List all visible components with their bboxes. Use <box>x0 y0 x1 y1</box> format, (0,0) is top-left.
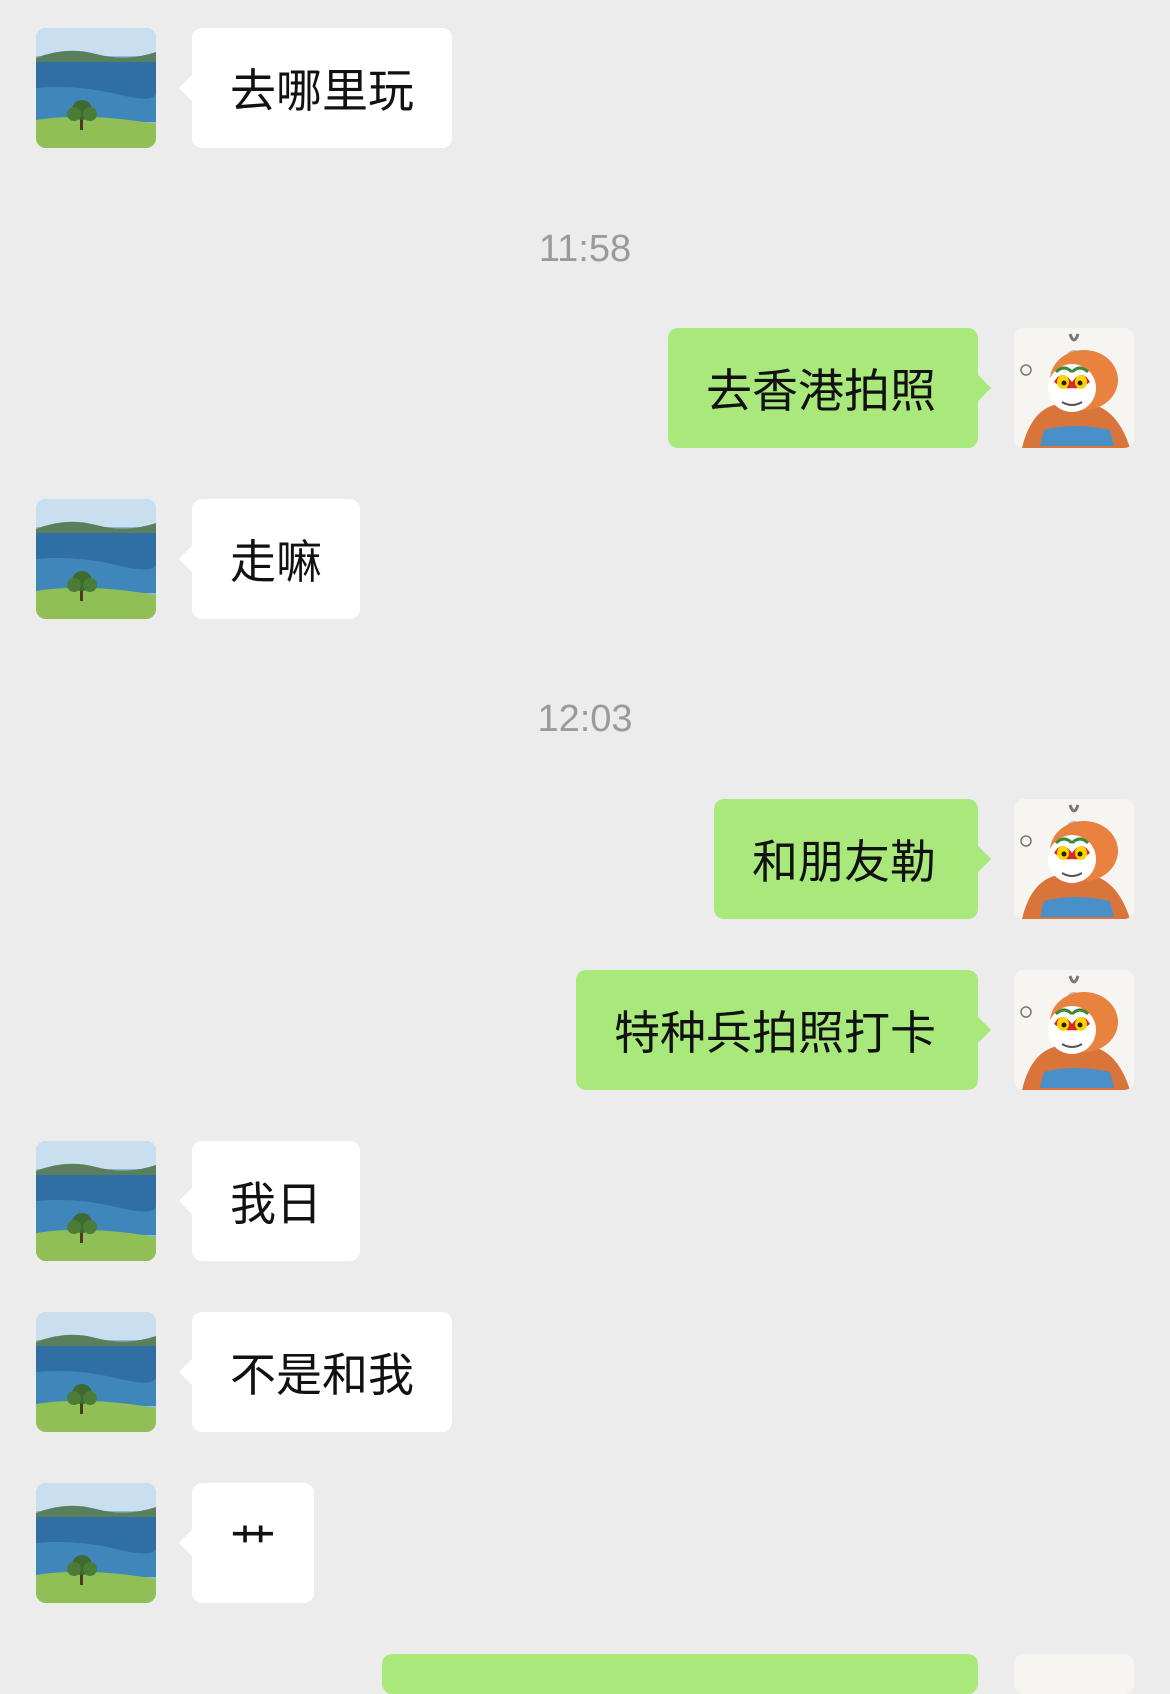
lake-landscape-avatar-icon[interactable] <box>36 499 156 619</box>
outgoing-message-bubble[interactable]: 和朋友勒 <box>714 799 992 919</box>
lake-landscape-avatar-icon[interactable] <box>36 1141 156 1261</box>
bubble-tail <box>962 1015 992 1045</box>
lake-landscape-avatar-icon[interactable] <box>36 28 156 148</box>
monkey-king-avatar-icon[interactable] <box>1014 1654 1134 1694</box>
message-text: 我日 <box>230 1177 322 1231</box>
message-row-outgoing: 特种兵拍照打卡 <box>0 970 1170 1090</box>
message-row-outgoing: 去香港拍照 <box>0 328 1170 448</box>
message-row-incoming: 去哪里玩 <box>0 28 1170 148</box>
incoming-message-bubble[interactable]: 我日 <box>178 1141 360 1261</box>
message-row-outgoing: 和朋友勒 <box>0 799 1170 919</box>
message-text: 去香港拍照 <box>706 364 936 418</box>
bubble-tail <box>178 1528 208 1558</box>
message-row-incoming: 不是和我 <box>0 1312 1170 1432</box>
outgoing-message-bubble-partial[interactable] <box>382 1654 978 1694</box>
incoming-message-bubble[interactable]: 不是和我 <box>178 1312 452 1432</box>
bubble-tail <box>962 844 992 874</box>
message-text: 和朋友勒 <box>752 835 936 889</box>
chat-timestamp: 12:03 <box>537 698 633 740</box>
bubble-tail <box>178 73 208 103</box>
message-text: 不是和我 <box>230 1348 414 1402</box>
incoming-message-bubble[interactable]: 去哪里玩 <box>178 28 452 148</box>
message-row-incoming: 我日 <box>0 1141 1170 1261</box>
message-row-incoming: 艹 <box>0 1483 1170 1603</box>
outgoing-message-bubble[interactable]: 去香港拍照 <box>668 328 992 448</box>
message-text: 特种兵拍照打卡 <box>614 1006 936 1060</box>
message-row-incoming: 走嘛 <box>0 499 1170 619</box>
lake-landscape-avatar-icon[interactable] <box>36 1312 156 1432</box>
monkey-king-avatar-icon[interactable] <box>1014 799 1134 919</box>
lake-landscape-avatar-icon[interactable] <box>36 1483 156 1603</box>
incoming-message-bubble[interactable]: 走嘛 <box>178 499 360 619</box>
monkey-king-avatar-icon[interactable] <box>1014 328 1134 448</box>
message-text: 去哪里玩 <box>230 64 414 118</box>
outgoing-message-bubble[interactable]: 特种兵拍照打卡 <box>576 970 992 1090</box>
bubble-tail <box>178 1357 208 1387</box>
message-text: 艹 <box>230 1519 276 1573</box>
chat-timestamp: 11:58 <box>538 228 632 270</box>
bubble-tail <box>962 373 992 403</box>
message-text: 走嘛 <box>230 535 322 589</box>
bubble-tail <box>178 544 208 574</box>
incoming-message-bubble[interactable]: 艹 <box>178 1483 314 1603</box>
bubble-tail <box>178 1186 208 1216</box>
monkey-king-avatar-icon[interactable] <box>1014 970 1134 1090</box>
